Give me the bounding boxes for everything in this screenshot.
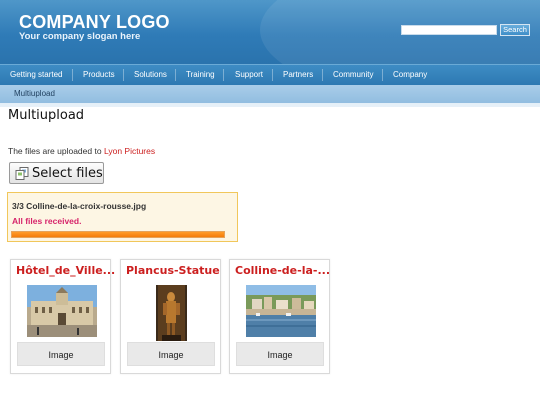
nav-item-company[interactable]: Company (393, 65, 427, 85)
nav-item-support[interactable]: Support (235, 65, 263, 85)
subnav-item-multiupload[interactable]: Multiupload (14, 85, 55, 103)
sub-navigation: Multiupload (0, 85, 540, 103)
image-button[interactable]: Image (236, 342, 324, 366)
search-input[interactable] (401, 25, 497, 35)
company-slogan: Your company slogan here (19, 31, 141, 42)
upload-info: The files are uploaded to Lyon Pictures (8, 146, 155, 156)
search-button[interactable]: Search (500, 24, 530, 36)
image-button[interactable]: Image (17, 342, 105, 366)
thumbnail-image[interactable] (27, 285, 97, 337)
nav-item-training[interactable]: Training (186, 65, 215, 85)
thumbnail-image[interactable] (156, 285, 187, 341)
main-navigation: Getting started Products Solutions Train… (0, 64, 540, 85)
nav-divider (322, 69, 323, 81)
nav-divider (272, 69, 273, 81)
upload-progress-box: 3/3 Colline-de-la-croix-rousse.jpg All f… (7, 192, 238, 242)
thumbnail-title[interactable]: Hôtel_de_Ville... (16, 264, 115, 277)
nav-item-community[interactable]: Community (333, 65, 373, 85)
nav-divider (123, 69, 124, 81)
progress-bar (11, 231, 225, 238)
thumbnail-card[interactable]: Hôtel_de_Ville... Image (10, 259, 115, 374)
page-title: Multiupload (8, 108, 85, 123)
company-logo[interactable]: COMPANY LOGO (19, 12, 170, 33)
header: COMPANY LOGO Your company slogan here Se… (0, 0, 540, 64)
nav-item-partners[interactable]: Partners (283, 65, 313, 85)
nav-divider (223, 69, 224, 81)
nav-divider (382, 69, 383, 81)
select-files-label: Select files (32, 166, 103, 181)
thumbnail-card[interactable]: Plancus-Statue Image (120, 259, 221, 374)
nav-divider (72, 69, 73, 81)
progress-file-name: 3/3 Colline-de-la-croix-rousse.jpg (12, 201, 147, 211)
gallery-link[interactable]: Lyon Pictures (104, 146, 155, 156)
thumbnail-card[interactable]: Colline-de-la-... Image (229, 259, 330, 374)
nav-item-products[interactable]: Products (83, 65, 115, 85)
nav-divider (175, 69, 176, 81)
progress-bar-fill (12, 232, 224, 237)
upload-info-text: The files are uploaded to (8, 146, 102, 156)
nav-item-solutions[interactable]: Solutions (134, 65, 167, 85)
nav-item-getting-started[interactable]: Getting started (10, 65, 62, 85)
select-files-button[interactable]: Select files (9, 162, 104, 184)
thumbnail-title[interactable]: Colline-de-la-... (235, 264, 330, 277)
image-button[interactable]: Image (127, 342, 215, 366)
files-icon (15, 167, 29, 180)
header-decoration (260, 0, 540, 64)
thumbnail-title[interactable]: Plancus-Statue (126, 264, 220, 277)
thumbnail-image[interactable] (246, 285, 316, 337)
progress-status: All files received. (12, 216, 82, 226)
